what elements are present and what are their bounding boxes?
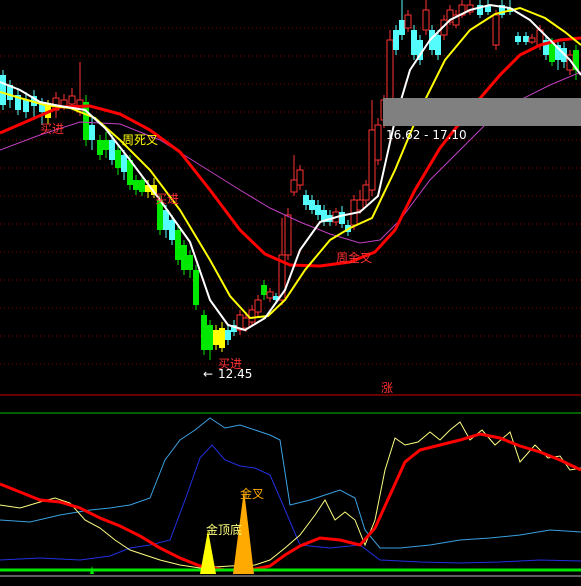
candle-body[interactable]	[68, 95, 76, 105]
annotation-buy-2: 买进	[155, 192, 179, 206]
candle-body[interactable]	[201, 315, 207, 350]
candle-body[interactable]	[213, 330, 219, 345]
candle-body[interactable]	[169, 220, 175, 240]
osc-blue-line	[0, 444, 581, 564]
candle-body[interactable]	[175, 230, 181, 260]
candle-body[interactable]	[254, 299, 262, 313]
rise-marker[interactable]: 涨	[381, 380, 393, 395]
candle-body[interactable]	[315, 205, 321, 215]
candle-body[interactable]	[60, 99, 68, 107]
candle-body[interactable]	[399, 20, 405, 35]
candle-body[interactable]	[23, 100, 29, 112]
annotation-golden-top-bottom: 金顶底	[206, 522, 242, 537]
osc-yellow-line	[0, 421, 581, 569]
stock-chart-window: 买进 周死叉 买进 买进 ← 12.45 16.62 - 17.10 周金叉 涨…	[0, 0, 581, 586]
candle-body[interactable]	[290, 179, 298, 193]
candle-body[interactable]	[523, 36, 529, 42]
candle-body[interactable]	[296, 169, 304, 186]
low-price-label: 12.45	[218, 367, 252, 381]
candle-body[interactable]	[133, 180, 139, 190]
annotation-week-golden-cross: 周金叉	[336, 250, 372, 265]
candle-body[interactable]	[309, 200, 315, 210]
annotation-golden-cross: 金叉	[240, 486, 264, 501]
candle-body[interactable]	[492, 14, 500, 46]
ma-yellow-line	[0, 6, 581, 320]
annotation-week-dead-cross: 周死叉	[122, 133, 158, 147]
osc-red-line	[0, 432, 581, 572]
candle-body[interactable]	[225, 330, 231, 340]
candle-body[interactable]	[528, 37, 536, 43]
candle-body[interactable]	[103, 140, 109, 150]
candle-body[interactable]	[515, 36, 521, 42]
candle-body[interactable]	[139, 180, 145, 192]
candle-body[interactable]	[207, 325, 213, 350]
ma-white-line	[0, 3, 581, 332]
indicator-panel[interactable]: 金叉 金顶底	[0, 417, 581, 577]
candle-body[interactable]	[411, 30, 417, 55]
candle-body[interactable]	[115, 150, 121, 168]
candle-body[interactable]	[356, 199, 364, 211]
ma-purple-line	[0, 71, 581, 244]
candle-body[interactable]	[187, 255, 193, 270]
candle-body[interactable]	[261, 285, 267, 295]
price-range-box	[383, 98, 581, 126]
moving-averages	[0, 3, 581, 332]
candle-body[interactable]	[266, 291, 274, 299]
candle-body[interactable]	[193, 270, 199, 305]
arrow-icon: ←	[203, 367, 213, 381]
candle-body[interactable]	[362, 184, 370, 201]
candle-body[interactable]	[89, 125, 95, 140]
candle-body[interactable]	[242, 317, 250, 329]
candle-body[interactable]	[97, 140, 103, 155]
candle-body[interactable]	[404, 14, 412, 29]
candle-body[interactable]	[422, 9, 430, 31]
candle-body[interactable]	[435, 35, 441, 55]
candle-body[interactable]	[181, 245, 187, 270]
price-range-label: 16.62 - 17.10	[386, 128, 467, 142]
candle-body[interactable]	[393, 30, 399, 50]
annotation-buy-1: 买进	[40, 122, 64, 136]
candlesticks[interactable]	[0, 0, 579, 360]
candle-body[interactable]	[374, 124, 382, 161]
candle-body[interactable]	[121, 155, 127, 172]
grid-lines	[0, 27, 581, 365]
candle-body[interactable]	[339, 212, 345, 224]
candle-body[interactable]	[368, 129, 376, 191]
candle-body[interactable]	[109, 140, 115, 160]
candle-body[interactable]	[248, 309, 256, 323]
candle-body[interactable]	[284, 214, 292, 256]
kline-chart[interactable]: 买进 周死叉 买进 买进 ← 12.45 16.62 - 17.10 周金叉 涨…	[0, 0, 581, 586]
candle-body[interactable]	[0, 75, 6, 105]
candle-body[interactable]	[303, 195, 309, 205]
candle-body[interactable]	[219, 328, 225, 348]
candle-body[interactable]	[386, 39, 394, 101]
